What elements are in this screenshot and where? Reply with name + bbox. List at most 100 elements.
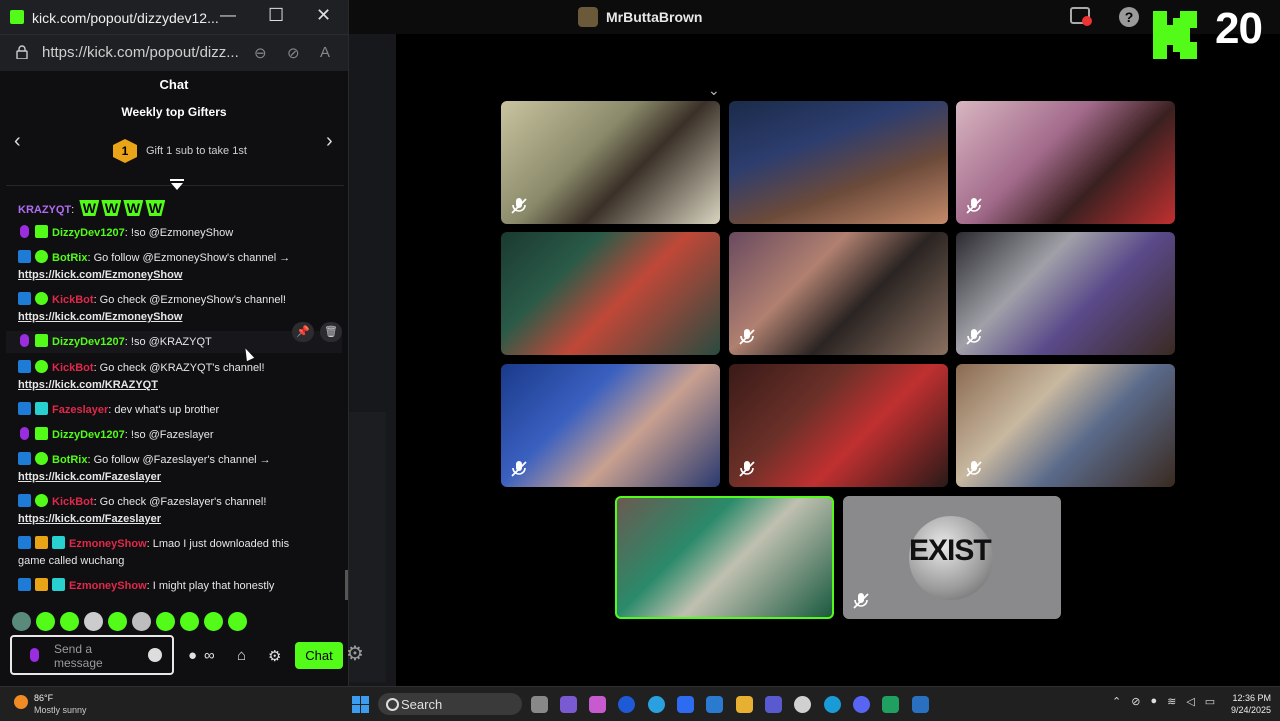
chat-message[interactable]: KickBot: Go check @EzmoneyShow's channel… <box>18 292 286 326</box>
windows-start-icon[interactable] <box>352 696 369 713</box>
username[interactable]: Fazeslayer <box>52 404 108 416</box>
message-link[interactable]: https://kick.com/Fazeslayer <box>18 471 161 483</box>
participant-tile-9[interactable] <box>956 364 1175 487</box>
emote-icon[interactable] <box>60 612 79 631</box>
delete-icon[interactable]: 🗑 <box>320 322 342 342</box>
read-aloud-icon[interactable]: A <box>320 44 330 61</box>
task-view-icon[interactable] <box>531 696 548 713</box>
close-icon[interactable]: ✕ <box>316 5 331 26</box>
chat-message[interactable]: EzmoneyShow: I might play that honestly <box>18 578 274 595</box>
username[interactable]: BotRix <box>52 252 87 264</box>
participant-tile-1[interactable] <box>501 101 720 224</box>
chat-message[interactable]: BotRix: Go follow @EzmoneyShow's channel… <box>18 250 290 284</box>
chevron-right-icon[interactable]: › <box>326 130 333 153</box>
volume-icon[interactable]: ◁ <box>1186 695 1194 708</box>
chat-message[interactable]: KickBot: Go check @Fazeslayer's channel!… <box>18 494 266 528</box>
chat-message[interactable]: DizzyDev1207: !so @KRAZYQT <box>18 334 212 351</box>
gear-icon[interactable]: ⚙ <box>346 641 364 666</box>
participant-tile-7[interactable] <box>501 364 720 487</box>
weather-temperature[interactable]: 86°F <box>34 693 53 703</box>
participant-tile-6[interactable] <box>956 232 1175 355</box>
scrollbar[interactable] <box>345 570 348 600</box>
zoom-icon[interactable]: ⊖ <box>254 44 267 62</box>
chat-message[interactable]: DizzyDev1207: !so @EzmoneyShow <box>18 225 233 242</box>
emote-icon[interactable] <box>180 612 199 631</box>
participant-tile-8[interactable] <box>729 364 948 487</box>
participant-tile-exist[interactable]: EXIST <box>843 496 1061 619</box>
emote-icon[interactable] <box>36 612 55 631</box>
app-icon[interactable] <box>589 696 606 713</box>
participant-tile-active-speaker[interactable] <box>615 496 834 619</box>
message-link[interactable]: https://kick.com/Fazeslayer <box>18 513 161 525</box>
username[interactable]: DizzyDev1207 <box>52 429 125 441</box>
zoom-app-icon[interactable] <box>677 696 694 713</box>
username[interactable]: DizzyDev1207 <box>52 227 125 239</box>
settings-gear-icon[interactable]: ⚙ <box>268 647 281 665</box>
username[interactable]: KickBot <box>52 294 94 306</box>
chat-message[interactable]: BotRix: Go follow @Fazeslayer's channel … <box>18 452 271 486</box>
lock-icon[interactable] <box>16 45 28 59</box>
store-app-icon[interactable] <box>706 696 723 713</box>
emote-icon[interactable] <box>12 612 31 631</box>
participant-tile-4[interactable] <box>501 232 720 355</box>
chat-message-input[interactable]: Send a message <box>10 635 174 675</box>
network-off-icon[interactable]: ⊘ <box>1131 695 1140 708</box>
send-chat-button[interactable]: Chat <box>295 642 343 669</box>
filter-icon[interactable] <box>170 178 184 192</box>
username[interactable]: KRAZYQT <box>18 204 71 216</box>
copilot-icon[interactable] <box>560 696 577 713</box>
chevron-up-icon[interactable]: ⌃ <box>1112 695 1121 708</box>
url-text[interactable]: https://kick.com/popout/dizz... <box>42 44 239 61</box>
weather-description[interactable]: Mostly sunny <box>34 705 87 715</box>
username[interactable]: BotRix <box>52 454 87 466</box>
store-icon[interactable]: ⌂ <box>237 647 246 664</box>
minimize-icon[interactable]: — <box>220 7 236 25</box>
chat-message[interactable]: KickBot: Go check @KRAZYQT's channel! ht… <box>18 360 265 394</box>
chrome-icon[interactable] <box>648 696 665 713</box>
emote-icon[interactable] <box>132 612 151 631</box>
username[interactable]: KickBot <box>52 362 94 374</box>
app-icon[interactable] <box>912 696 929 713</box>
help-icon[interactable]: ? <box>1119 7 1139 27</box>
chevron-left-icon[interactable]: ‹ <box>14 130 21 153</box>
discord-icon[interactable] <box>853 696 870 713</box>
emote-icon[interactable] <box>84 612 103 631</box>
emote-icon[interactable] <box>204 612 223 631</box>
chat-message[interactable]: Fazeslayer: dev what's up brother <box>18 402 219 419</box>
weather-icon[interactable] <box>14 695 28 709</box>
kick-points-icon[interactable]: ● <box>188 647 197 664</box>
message-link[interactable]: https://kick.com/KRAZYQT <box>18 379 158 391</box>
username[interactable]: DizzyDev1207 <box>52 336 125 348</box>
message-link[interactable]: https://kick.com/EzmoneyShow <box>18 311 182 323</box>
participant-tile-5[interactable] <box>729 232 948 355</box>
tracking-prevention-icon[interactable]: ⊘ <box>287 44 300 62</box>
pin-icon[interactable]: 📌 <box>292 322 314 342</box>
edge-icon[interactable] <box>824 696 841 713</box>
username[interactable]: KickBot <box>52 496 94 508</box>
username[interactable]: EzmoneyShow <box>69 538 147 550</box>
taskbar-search[interactable]: Search <box>378 693 522 715</box>
maximize-icon[interactable]: ☐ <box>268 5 284 26</box>
participant-tile-3[interactable] <box>956 101 1175 224</box>
microphone-icon[interactable]: ● <box>1150 695 1157 708</box>
file-explorer-icon[interactable] <box>736 696 753 713</box>
chat-message[interactable]: EzmoneyShow: Lmao I just downloaded this… <box>18 536 289 570</box>
chat-message[interactable]: KRAZYQT: WWWW <box>18 200 166 219</box>
clock-time[interactable]: 12:36 PM <box>1227 693 1271 703</box>
emote-icon[interactable] <box>228 612 247 631</box>
hp-icon[interactable] <box>618 696 635 713</box>
participant-tile-2[interactable] <box>729 101 948 224</box>
emoji-picker-icon[interactable] <box>148 648 162 662</box>
emote-icon[interactable] <box>108 612 127 631</box>
message-link[interactable]: https://kick.com/EzmoneyShow <box>18 269 182 281</box>
screen-share-icon[interactable] <box>1070 7 1092 26</box>
address-bar[interactable]: https://kick.com/popout/dizz... ⊖ ⊘ A <box>0 34 348 71</box>
settings-app-icon[interactable] <box>794 696 811 713</box>
app-icon[interactable] <box>882 696 899 713</box>
clock-date[interactable]: 9/24/2025 <box>1227 705 1271 715</box>
teams-icon[interactable] <box>765 696 782 713</box>
battery-icon[interactable]: ▭ <box>1205 695 1215 708</box>
emote-icon[interactable] <box>156 612 175 631</box>
chat-message[interactable]: DizzyDev1207: !so @Fazeslayer <box>18 427 214 444</box>
infinity-icon[interactable]: ∞ <box>204 647 215 664</box>
